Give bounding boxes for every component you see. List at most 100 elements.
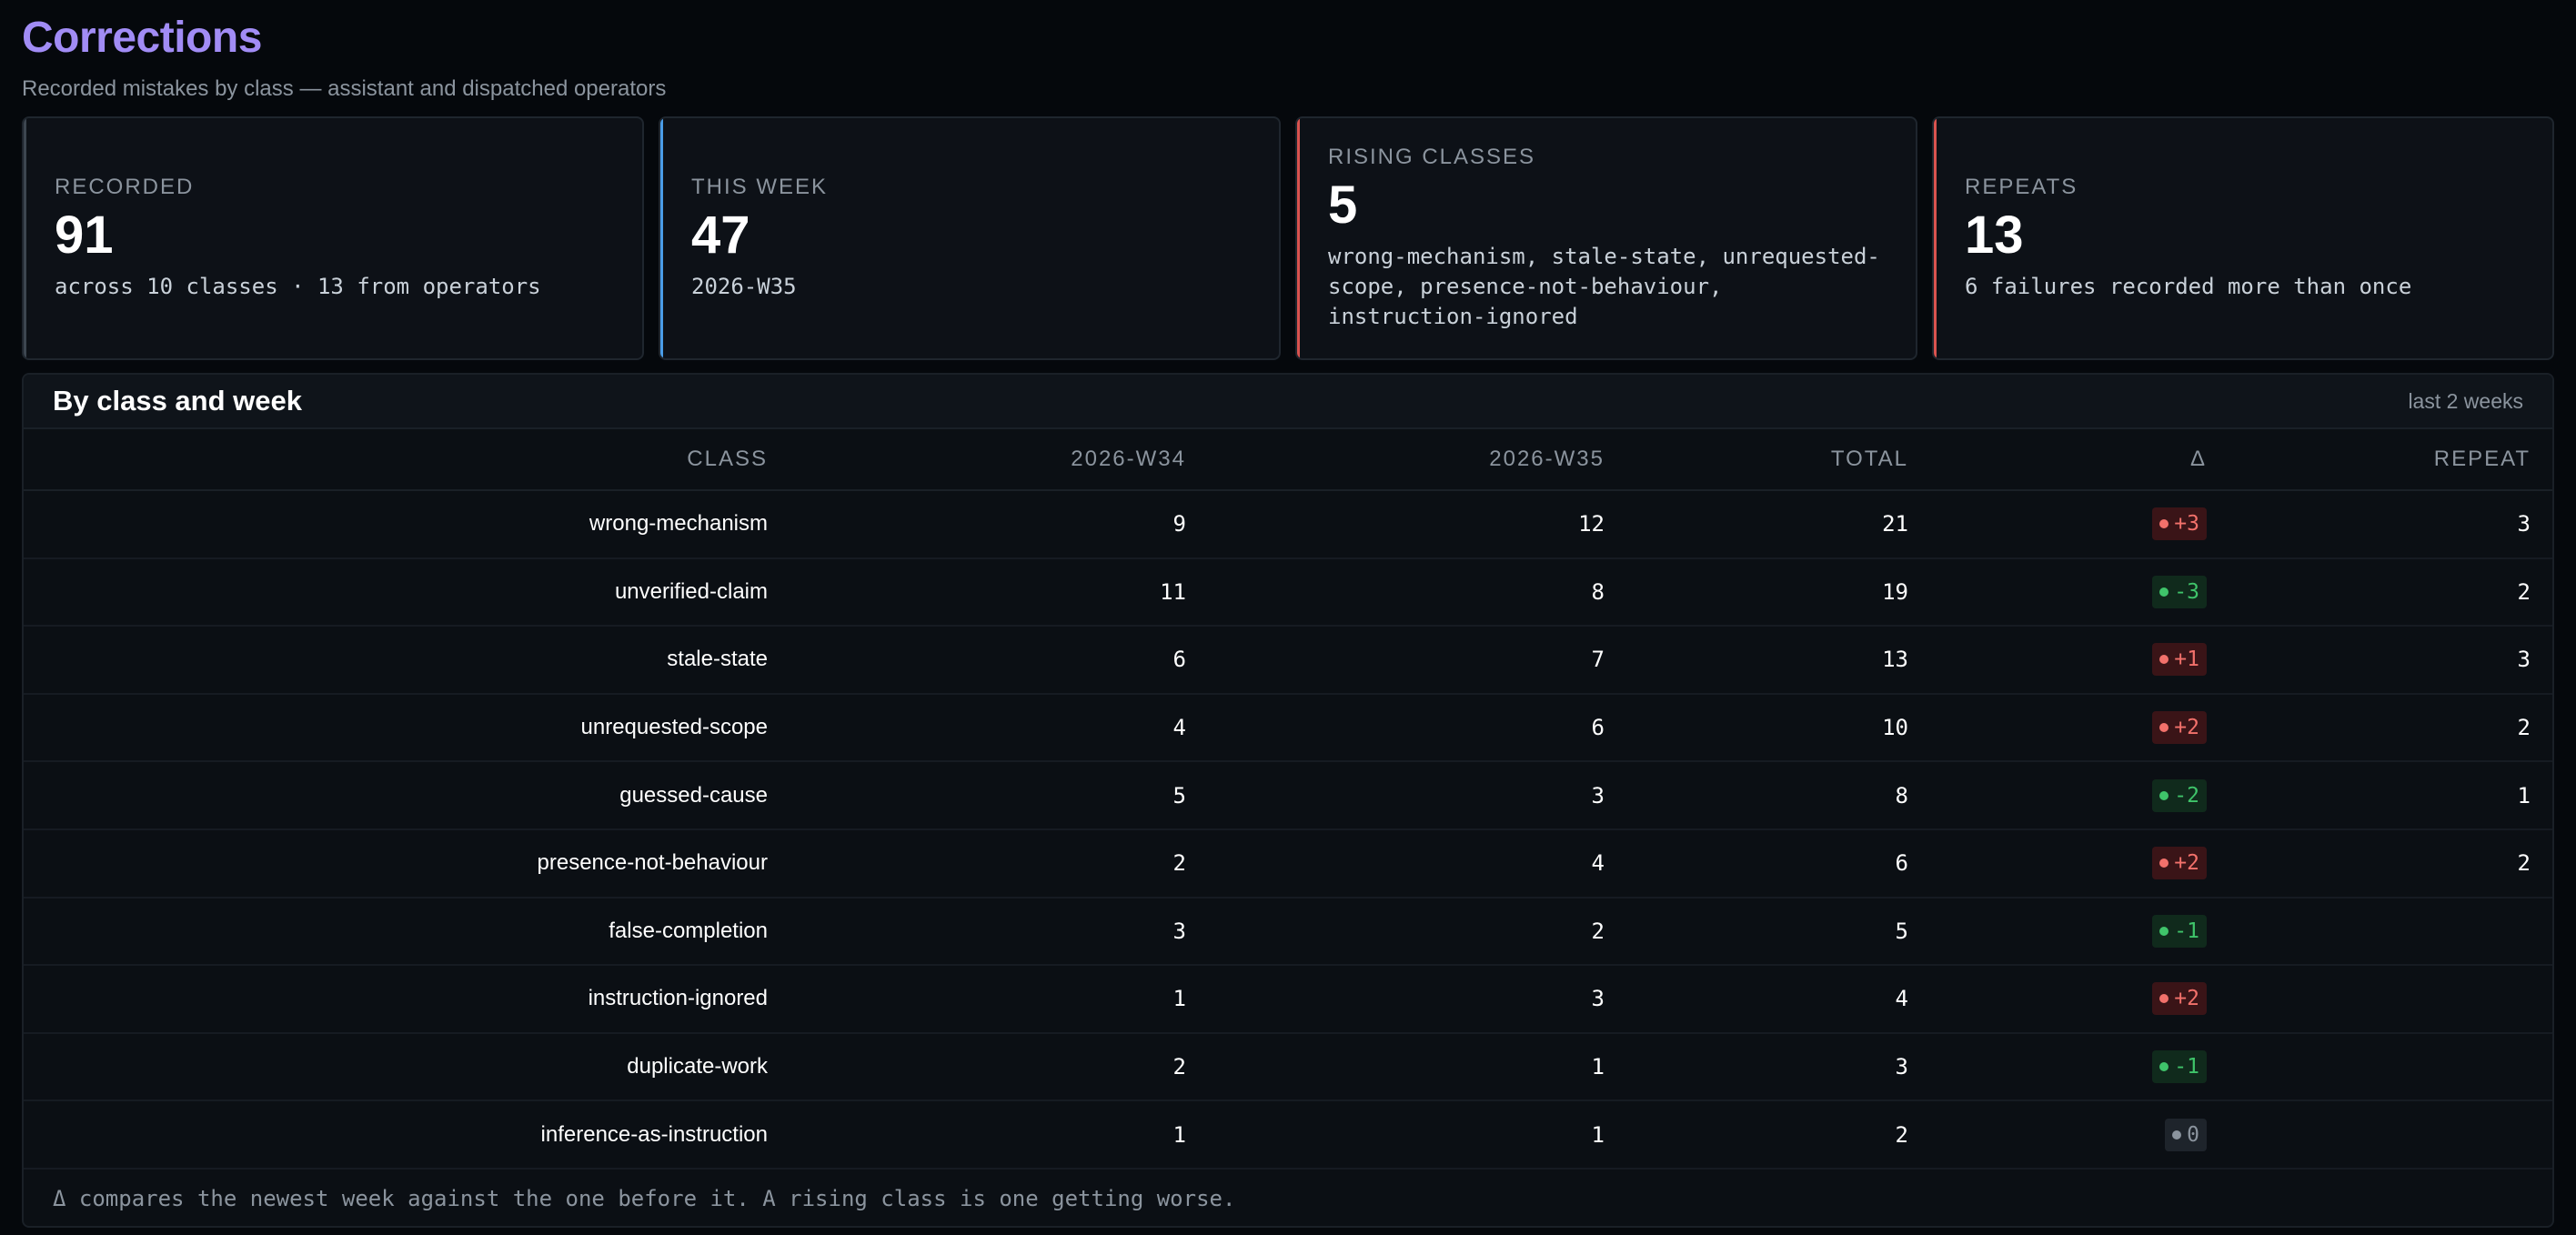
cell-w34: 1 [768, 1100, 1186, 1170]
cell-class: duplicate-work [24, 1032, 768, 1102]
column-header-class[interactable]: CLASS [24, 429, 768, 491]
delta-badge: +2 [2152, 847, 2207, 880]
cell-w34: 6 [768, 626, 1186, 695]
column-header-repeat[interactable]: REPEAT [2207, 429, 2552, 491]
trend-dot-icon [2159, 655, 2169, 665]
table-row[interactable]: guessed-cause 5 3 8 -2 1 [24, 761, 2552, 830]
table-footnote: Δ compares the newest week against the o… [53, 1185, 1236, 1211]
cell-total: 6 [1605, 828, 1908, 899]
trend-dot-icon [2159, 723, 2169, 733]
corrections-page: Corrections Recorded mistakes by class —… [0, 0, 2576, 1235]
cell-w35: 6 [1186, 693, 1605, 763]
delta-value: +2 [2174, 987, 2199, 1011]
delta-value: -1 [2174, 919, 2199, 943]
card-rising-classes: RISING CLASSES 5 wrong-mechanism, stale-… [1295, 116, 1917, 360]
delta-value: +2 [2174, 851, 2199, 876]
table-row[interactable]: wrong-mechanism 9 12 21 +3 3 [24, 490, 2552, 559]
delta-value: -2 [2174, 783, 2199, 808]
card-label: THIS WEEK [691, 175, 829, 200]
cell-class: wrong-mechanism [24, 490, 768, 559]
card-label: RECORDED [55, 175, 195, 200]
card-value: 5 [1328, 175, 1358, 235]
delta-badge: -2 [2152, 778, 2207, 812]
trend-dot-icon [2172, 1130, 2182, 1140]
cell-w35: 1 [1186, 1100, 1605, 1170]
cell-w35: 3 [1186, 965, 1605, 1034]
class-week-panel: By class and week last 2 weeks CLASS 202… [22, 373, 2554, 1228]
column-header-total[interactable]: TOTAL [1605, 429, 1908, 491]
cell-repeat: 2 [2207, 828, 2552, 899]
card-value: 47 [691, 206, 750, 266]
cell-w34: 5 [768, 761, 1186, 830]
card-this-week: THIS WEEK 47 2026-W35 [659, 116, 1281, 360]
card-recorded: RECORDED 91 across 10 classes · 13 from … [22, 116, 644, 360]
table-row[interactable]: unrequested-scope 4 6 10 +2 2 [24, 693, 2552, 763]
cell-delta: +2 [1908, 828, 2207, 899]
delta-badge: -1 [2152, 914, 2207, 948]
cell-total: 10 [1605, 693, 1908, 763]
trend-dot-icon [2159, 587, 2169, 597]
page-subtitle: Recorded mistakes by class — assistant a… [22, 76, 667, 101]
card-repeats: REPEATS 13 6 failures recorded more than… [1932, 116, 2554, 360]
cell-class: unverified-claim [24, 557, 768, 628]
cell-class: unrequested-scope [24, 693, 768, 763]
cell-w35: 1 [1186, 1032, 1605, 1102]
cell-repeat: 3 [2207, 490, 2552, 559]
cell-w35: 3 [1186, 761, 1605, 830]
cell-class: false-completion [24, 897, 768, 967]
card-subtext: 2026-W35 [691, 273, 797, 299]
cell-class: stale-state [24, 626, 768, 695]
cell-w35: 2 [1186, 897, 1605, 967]
delta-badge: +2 [2152, 711, 2207, 745]
panel-header: By class and week last 2 weeks [24, 375, 2552, 429]
card-subtext: wrong-mechanism, stale-state, unrequeste… [1328, 243, 1880, 329]
trend-dot-icon [2159, 790, 2169, 800]
card-subtext: across 10 classes · 13 from operators [55, 273, 541, 299]
table-row[interactable]: presence-not-behaviour 2 4 6 +2 2 [24, 828, 2552, 899]
table-row[interactable]: instruction-ignored 1 3 4 +2 [24, 965, 2552, 1034]
delta-value: -1 [2174, 1055, 2199, 1079]
cell-total: 5 [1605, 897, 1908, 967]
cell-delta: -2 [1908, 761, 2207, 830]
cell-total: 8 [1605, 761, 1908, 830]
cell-w34: 9 [768, 490, 1186, 559]
delta-value: -3 [2174, 579, 2199, 604]
table-row[interactable]: unverified-claim 11 8 19 -3 2 [24, 557, 2552, 628]
column-header-delta[interactable]: Δ [1908, 429, 2207, 491]
cell-total: 19 [1605, 557, 1908, 628]
column-header-w34[interactable]: 2026-W34 [768, 429, 1186, 491]
column-header-w35[interactable]: 2026-W35 [1186, 429, 1605, 491]
cell-delta: -3 [1908, 557, 2207, 628]
cell-delta: -1 [1908, 1032, 2207, 1102]
trend-dot-icon [2159, 926, 2169, 936]
cell-delta: +3 [1908, 490, 2207, 559]
cell-class: guessed-cause [24, 761, 768, 830]
cell-total: 13 [1605, 626, 1908, 695]
table-row[interactable]: inference-as-instruction 1 1 2 0 [24, 1100, 2552, 1170]
cell-delta: -1 [1908, 897, 2207, 967]
delta-value: +1 [2174, 648, 2199, 672]
table-row[interactable]: stale-state 6 7 13 +1 3 [24, 626, 2552, 695]
delta-badge: +3 [2152, 507, 2207, 541]
trend-dot-icon [2159, 1062, 2169, 1072]
cell-delta: 0 [1908, 1100, 2207, 1170]
cell-repeat: 2 [2207, 693, 2552, 763]
cell-total: 3 [1605, 1032, 1908, 1102]
card-value: 91 [55, 206, 114, 266]
cell-w34: 1 [768, 965, 1186, 1034]
cell-class: inference-as-instruction [24, 1100, 768, 1170]
delta-value: 0 [2187, 1122, 2199, 1147]
cell-repeat [2207, 1100, 2552, 1170]
trend-dot-icon [2159, 858, 2169, 869]
panel-title: By class and week [53, 385, 302, 417]
cell-delta: +2 [1908, 693, 2207, 763]
table-body: wrong-mechanism 9 12 21 +3 3 unverified-claim 1… [24, 490, 2552, 1170]
cell-class: presence-not-behaviour [24, 828, 768, 899]
cell-repeat [2207, 965, 2552, 1034]
trend-dot-icon [2159, 519, 2169, 529]
table-row[interactable]: duplicate-work 2 1 3 -1 [24, 1032, 2552, 1102]
cell-repeat: 2 [2207, 557, 2552, 628]
cell-total: 2 [1605, 1100, 1908, 1170]
table-row[interactable]: false-completion 3 2 5 -1 [24, 897, 2552, 967]
cell-repeat: 3 [2207, 626, 2552, 695]
